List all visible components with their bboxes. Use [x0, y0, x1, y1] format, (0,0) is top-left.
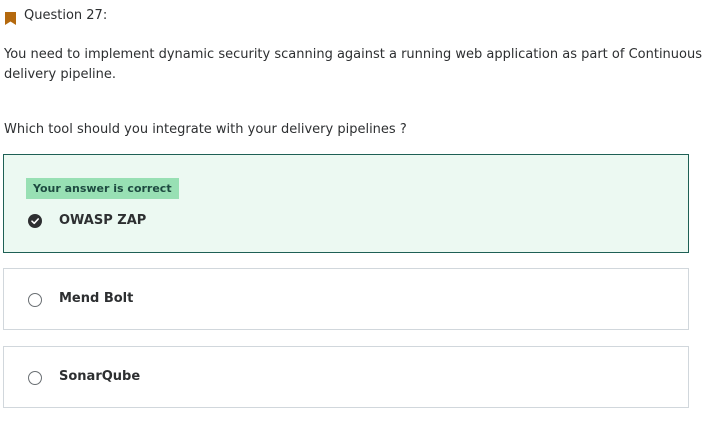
radio-button[interactable]: [28, 293, 42, 307]
question-prompt: Which tool should you integrate with you…: [4, 122, 407, 137]
answer-option-owasp-zap[interactable]: Your answer is correct OWASP ZAP: [3, 154, 689, 253]
radio-button[interactable]: [28, 371, 42, 385]
question-header: Question 27:: [5, 8, 108, 25]
answer-option-label: Mend Bolt: [59, 291, 134, 306]
answer-option-label: OWASP ZAP: [59, 213, 147, 228]
checkmark-icon: [31, 218, 39, 225]
question-body: You need to implement dynamic security s…: [4, 47, 702, 82]
bookmark-flag-icon[interactable]: [5, 10, 16, 25]
answer-option-mend-bolt[interactable]: Mend Bolt: [3, 268, 689, 330]
selected-radio-icon[interactable]: [28, 214, 42, 228]
answer-option-sonarqube[interactable]: SonarQube: [3, 346, 689, 408]
question-title: Question 27:: [24, 8, 108, 23]
answer-option-label: SonarQube: [59, 369, 141, 384]
correct-answer-badge: Your answer is correct: [26, 178, 179, 199]
